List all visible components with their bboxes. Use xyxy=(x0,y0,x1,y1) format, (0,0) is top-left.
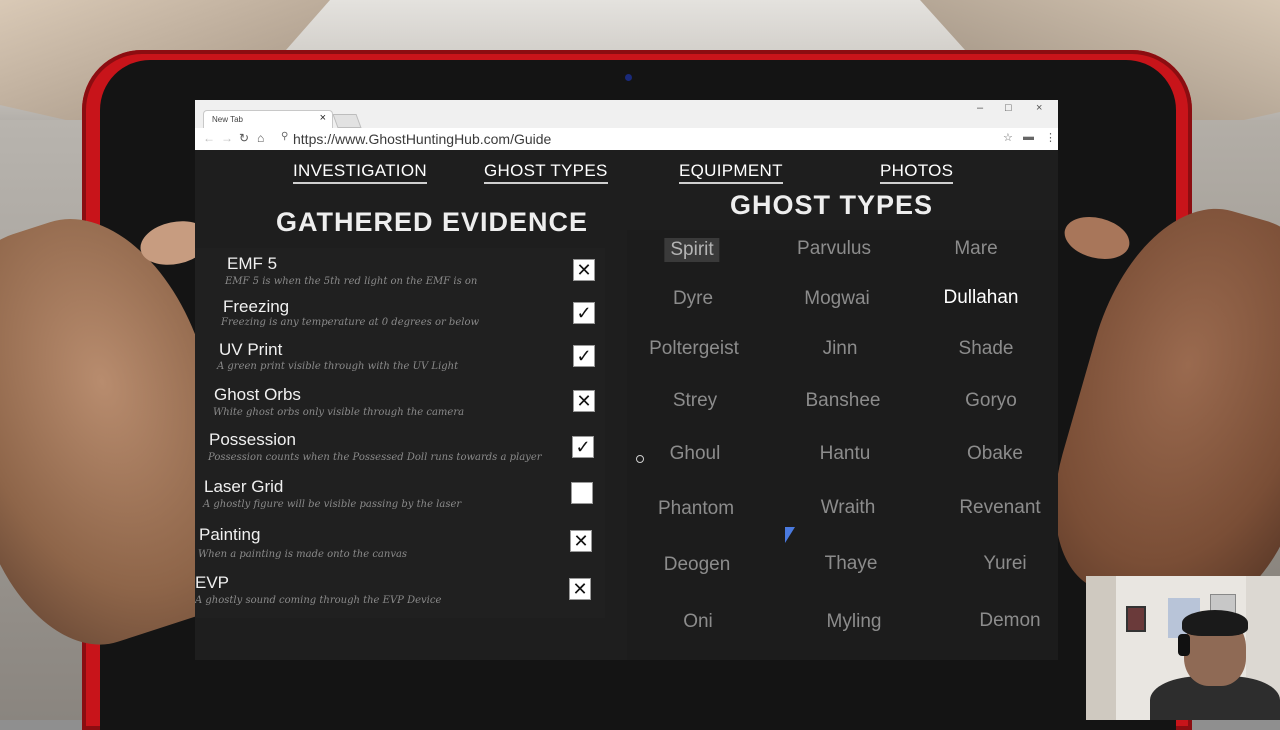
minimize-icon[interactable]: – xyxy=(977,102,983,114)
mouse-cursor-icon xyxy=(785,527,795,543)
ghost-type-item[interactable]: Oni xyxy=(683,611,713,633)
nav-photos[interactable]: PHOTOS xyxy=(880,161,954,184)
evidence-description: A ghostly sound coming through the EVP D… xyxy=(195,595,442,606)
search-icon: ⚲ xyxy=(281,131,289,142)
menu-dots-icon[interactable]: ⋮ xyxy=(1045,131,1056,144)
ghost-type-item[interactable]: Strey xyxy=(673,390,717,412)
tab-title: New Tab xyxy=(212,115,243,124)
evidence-checkbox-painting[interactable]: ✕ xyxy=(570,530,592,552)
ghost-type-item[interactable]: Jinn xyxy=(823,338,858,360)
reload-icon[interactable]: ↻ xyxy=(239,131,249,145)
nav-equipment[interactable]: EQUIPMENT xyxy=(679,161,783,184)
evidence-name: EMF 5 xyxy=(227,254,278,273)
ghost-type-item[interactable]: Hantu xyxy=(820,443,871,465)
ghost-type-item[interactable]: Wraith xyxy=(821,497,876,519)
address-bar[interactable]: ⚲ https://www.GhostHuntingHub.com/Guide xyxy=(279,130,999,147)
browser-titlebar: New Tab × – □ × xyxy=(195,100,1058,129)
ghost-type-item[interactable]: Demon xyxy=(979,610,1040,632)
evidence-description: A ghostly figure will be visible passing… xyxy=(203,499,462,510)
headset-icon xyxy=(1178,634,1190,656)
ring-icon xyxy=(636,455,644,463)
ghost-type-item[interactable]: Poltergeist xyxy=(649,338,739,360)
back-arrow-icon[interactable]: ← xyxy=(203,131,215,145)
ghost-type-item[interactable]: Parvulus xyxy=(797,238,871,260)
evidence-panel: EMF 5 EMF 5 is when the 5th red light on… xyxy=(195,248,605,618)
ghost-types-title: GHOST TYPES xyxy=(730,190,934,220)
ghost-type-item[interactable]: Thaye xyxy=(825,553,878,575)
evidence-checkbox-emf5[interactable]: ✕ xyxy=(573,259,595,281)
close-window-icon[interactable]: × xyxy=(1036,102,1042,114)
ghost-type-item[interactable]: Goryo xyxy=(965,390,1017,412)
evidence-name: EVP xyxy=(195,573,230,592)
evidence-name: Painting xyxy=(199,525,261,544)
ghost-type-item[interactable]: Deogen xyxy=(664,554,731,576)
maximize-icon[interactable]: □ xyxy=(1005,102,1012,114)
ghost-type-item[interactable]: Banshee xyxy=(805,390,880,412)
evidence-name: Ghost Orbs xyxy=(214,385,301,404)
forward-arrow-icon[interactable]: → xyxy=(221,131,233,145)
nav-investigation[interactable]: INVESTIGATION xyxy=(293,161,427,184)
evidence-checkbox-laser-grid[interactable] xyxy=(571,482,593,504)
webcam-person-hair xyxy=(1182,610,1248,636)
bookmark-star-icon[interactable]: ☆ xyxy=(1003,131,1013,144)
ghost-type-item[interactable]: Ghoul xyxy=(670,443,721,465)
evidence-description: Possession counts when the Possessed Dol… xyxy=(208,452,542,463)
ghost-type-item[interactable]: Myling xyxy=(827,611,882,633)
evidence-description: When a painting is made onto the canvas xyxy=(198,549,408,560)
ghost-type-item[interactable]: Obake xyxy=(967,443,1023,465)
evidence-name: UV Print xyxy=(219,340,283,359)
browser-toolbar: ← → ↻ ⌂ ⚲ https://www.GhostHuntingHub.co… xyxy=(195,128,1058,151)
ghost-type-item[interactable]: Mogwai xyxy=(804,288,869,310)
home-icon[interactable]: ⌂ xyxy=(257,131,264,145)
evidence-checkbox-ghost-orbs[interactable]: ✕ xyxy=(573,390,595,412)
tablet-camera-icon xyxy=(625,74,632,81)
tablet-screen: New Tab × – □ × ← → ↻ ⌂ ⚲ https://www.Gh… xyxy=(195,100,1058,660)
evidence-description: White ghost orbs only visible through th… xyxy=(213,407,465,418)
evidence-name: Laser Grid xyxy=(204,477,284,496)
tab-close-icon[interactable]: × xyxy=(320,112,326,124)
guide-page: INVESTIGATION GHOST TYPES EQUIPMENT PHOT… xyxy=(195,150,1058,660)
webcam-picture-frame xyxy=(1126,606,1146,632)
ghost-type-item[interactable]: Dullahan xyxy=(944,287,1019,309)
webcam-door xyxy=(1086,576,1116,720)
ghost-type-item[interactable]: Phantom xyxy=(658,498,734,520)
url-text[interactable]: https://www.GhostHuntingHub.com/Guide xyxy=(293,131,551,147)
evidence-name: Freezing xyxy=(223,297,290,316)
webcam-overlay xyxy=(1086,576,1280,720)
nav-ghost-types[interactable]: GHOST TYPES xyxy=(484,161,608,184)
evidence-description: Freezing is any temperature at 0 degrees… xyxy=(221,317,480,328)
evidence-checkbox-evp[interactable]: ✕ xyxy=(569,578,591,600)
ghost-type-item[interactable]: Revenant xyxy=(959,497,1040,519)
evidence-description: A green print visible through with the U… xyxy=(217,361,459,372)
ghost-type-item[interactable]: Spirit xyxy=(664,238,720,262)
evidence-title: GATHERED EVIDENCE xyxy=(276,207,589,237)
extension-icon[interactable]: ▬ xyxy=(1023,131,1034,143)
evidence-name: Possession xyxy=(209,430,296,449)
ghost-type-item[interactable]: Shade xyxy=(959,338,1014,360)
browser-tab[interactable]: New Tab × xyxy=(203,110,333,129)
evidence-checkbox-possession[interactable]: ✓ xyxy=(572,436,594,458)
new-tab-button[interactable] xyxy=(332,114,362,128)
evidence-checkbox-uv-print[interactable]: ✓ xyxy=(573,345,595,367)
ghost-type-item[interactable]: Mare xyxy=(954,238,997,260)
evidence-description: EMF 5 is when the 5th red light on the E… xyxy=(225,276,478,287)
evidence-checkbox-freezing[interactable]: ✓ xyxy=(573,302,595,324)
ghost-type-item[interactable]: Dyre xyxy=(673,288,713,310)
ghost-type-item[interactable]: Yurei xyxy=(983,553,1026,575)
